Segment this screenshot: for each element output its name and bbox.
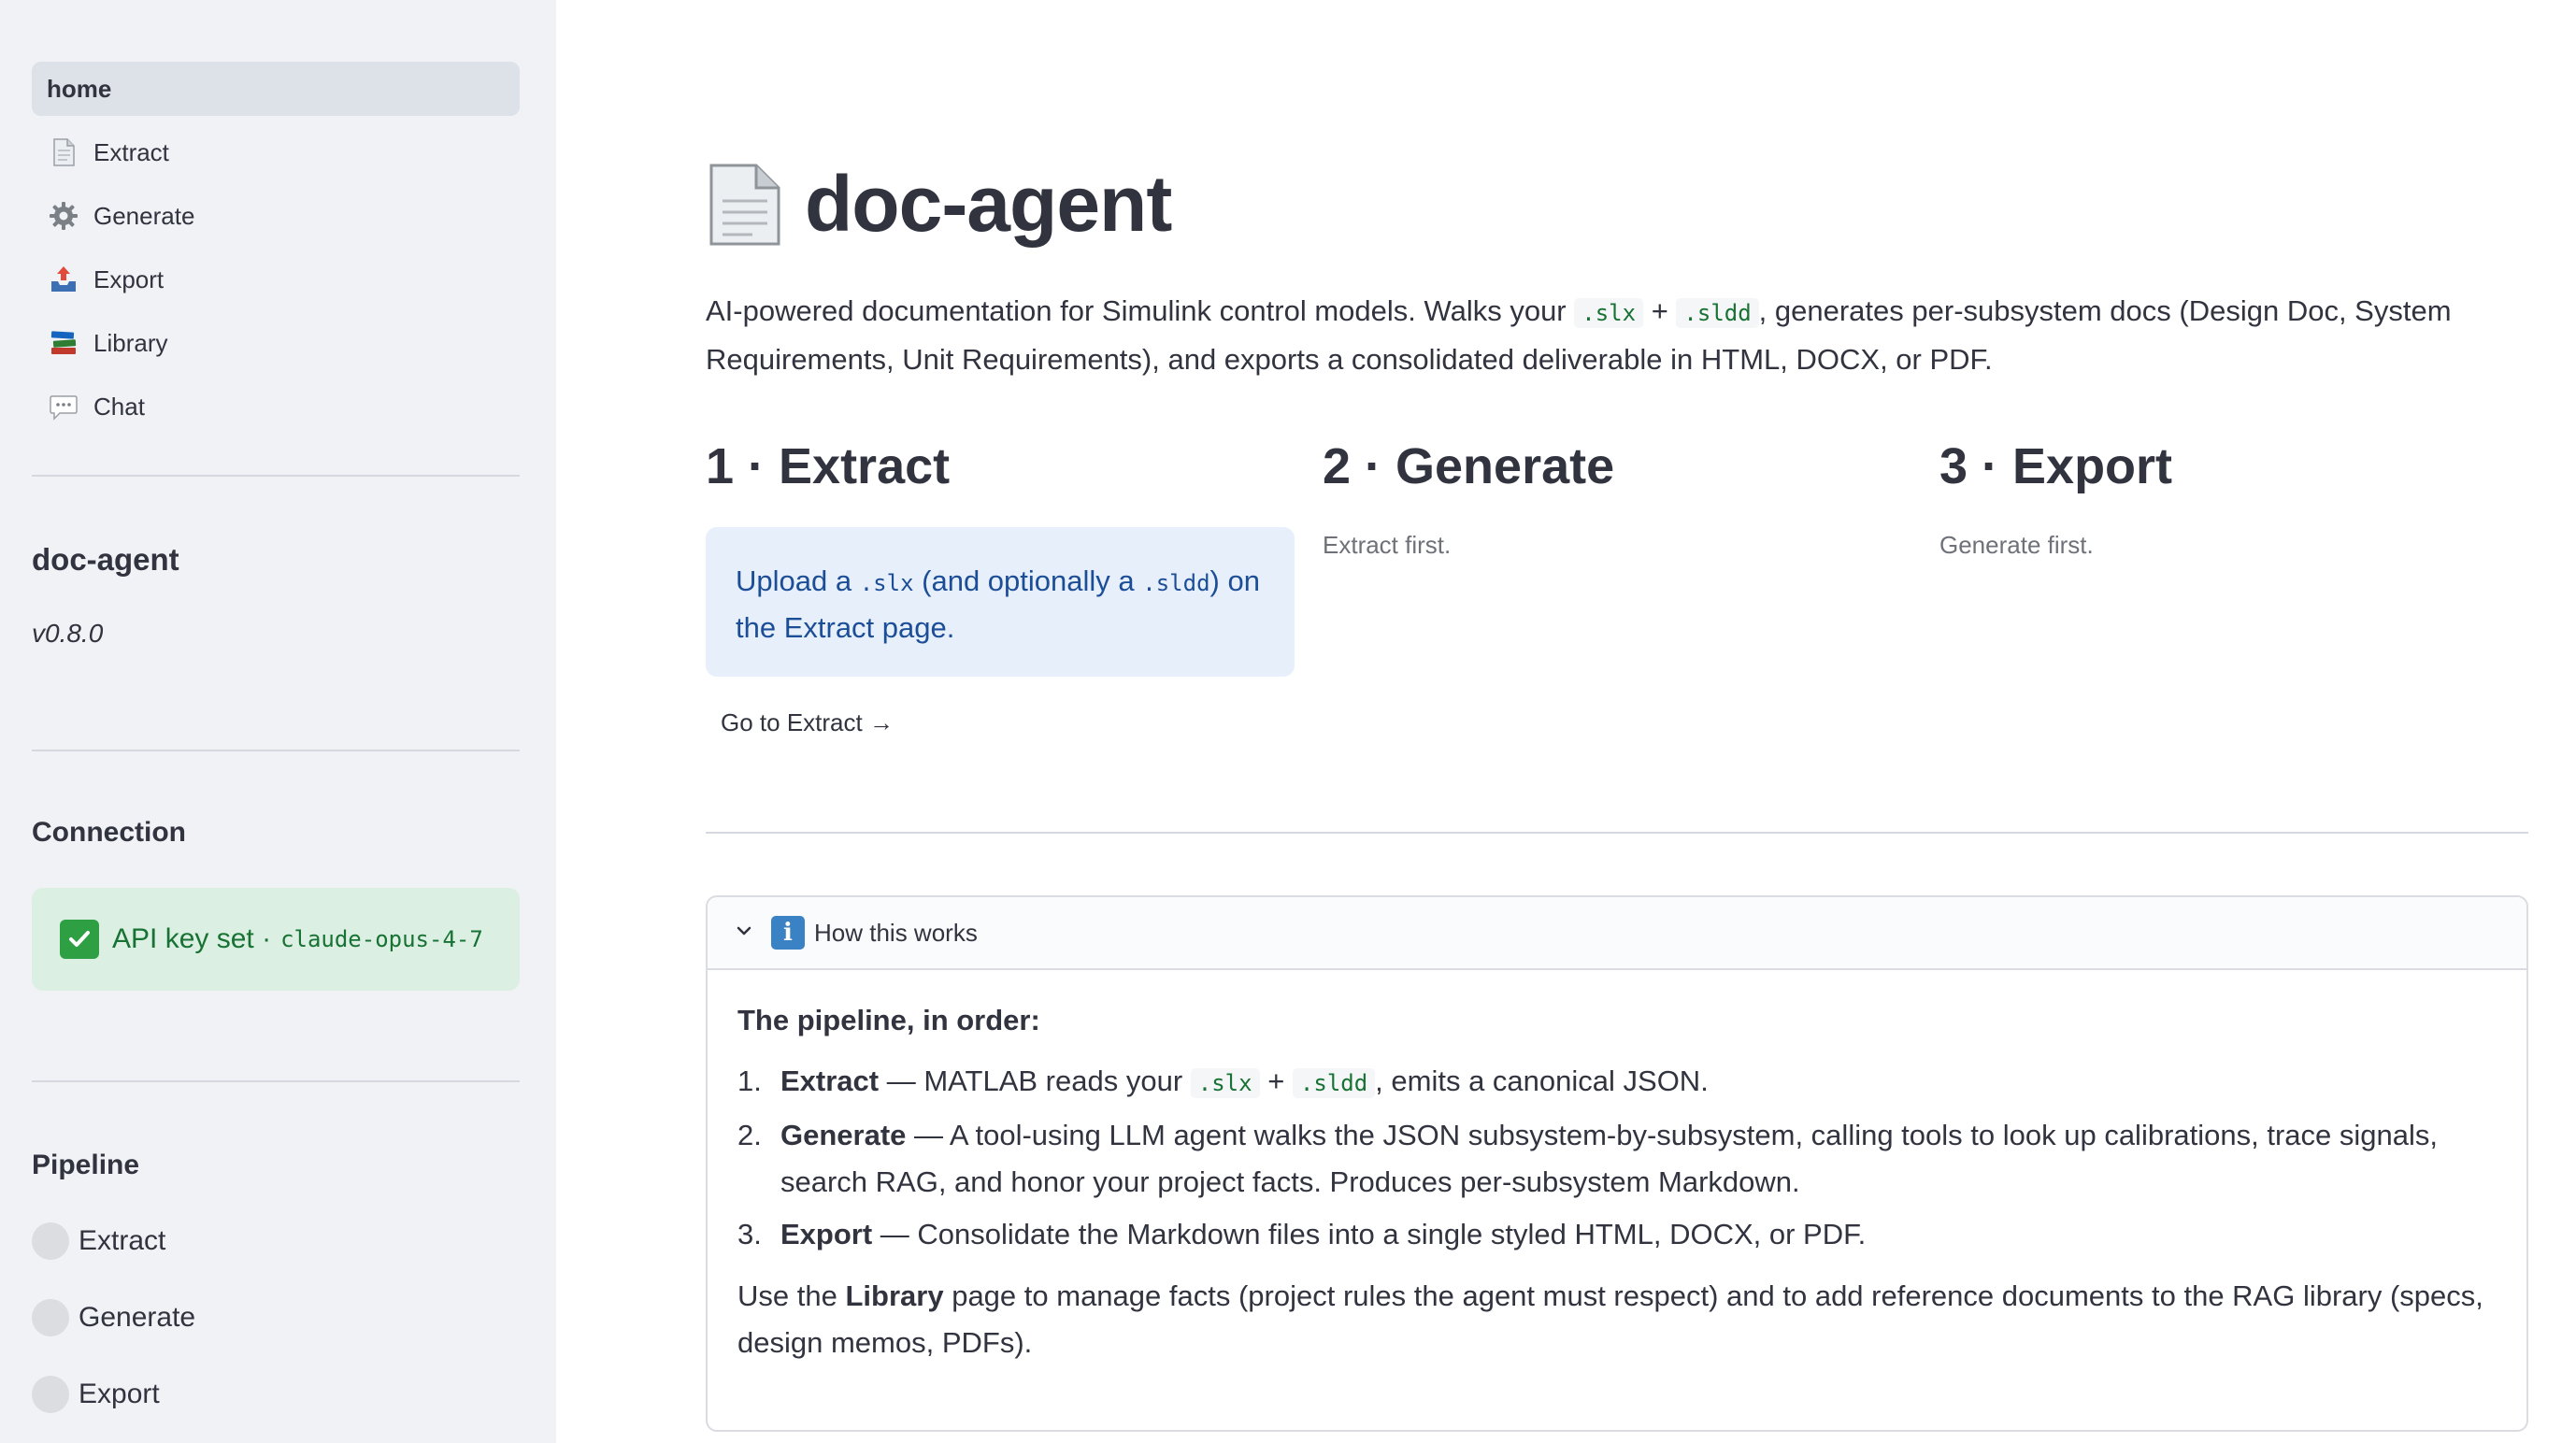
pipeline-step-extract: Extract: [32, 1222, 165, 1260]
list-item: 2. Generate — A tool-using LLM agent wal…: [737, 1112, 2497, 1206]
step-extract-heading: 1 · Extract: [706, 438, 951, 494]
inline-code: .sldd: [1292, 1068, 1376, 1098]
sidebar-item-label: Export: [93, 264, 165, 293]
sidebar-app-name: doc-agent: [32, 542, 179, 577]
status-dot-icon: [32, 1376, 69, 1413]
list-number: 2.: [737, 1119, 762, 1151]
check-mark-icon: [60, 920, 99, 959]
sidebar-item-label: Generate: [93, 201, 195, 230]
page-icon: [47, 136, 80, 169]
intro-text: AI-powered documentation for Simulink co…: [706, 288, 2528, 383]
expander-lead: The pipeline, in order:: [737, 1004, 1040, 1036]
books-icon: [47, 326, 80, 360]
list-item: 1. Extract — MATLAB reads your .slx + .s…: [737, 1058, 2497, 1107]
list-item-text: +: [1267, 1064, 1285, 1097]
list-item-title: Generate: [780, 1119, 907, 1151]
list-number: 3.: [737, 1218, 762, 1250]
sidebar: home Extract Generate Export Library Cha…: [0, 0, 556, 1443]
sidebar-divider: [32, 475, 520, 477]
connection-heading: Connection: [32, 817, 186, 848]
list-item-text: — Consolidate the Markdown files into a …: [872, 1218, 1867, 1250]
how-this-works-expander: i How this works The pipeline, in order:…: [706, 895, 2528, 1432]
info-text: (and optionally a: [922, 564, 1135, 597]
page-icon: [709, 164, 780, 245]
expander-body: The pipeline, in order: 1. Extract — MAT…: [708, 970, 2526, 1366]
sidebar-item-label: Chat: [93, 392, 145, 421]
inline-code: .slx: [859, 570, 914, 596]
inline-code: .sldd: [1676, 298, 1759, 328]
step-export-note: Generate first.: [1939, 531, 2094, 559]
step-export-heading: 3 · Export: [1939, 438, 2173, 494]
pipeline-step-label: Generate: [79, 1302, 196, 1333]
information-icon: i: [771, 916, 805, 950]
pipeline-step-label: Extract: [79, 1225, 166, 1256]
pipeline-list: 1. Extract — MATLAB reads your .slx + .s…: [737, 1058, 2497, 1258]
connection-model: claude-opus-4-7: [280, 926, 483, 952]
sidebar-item-label: Library: [93, 328, 168, 357]
intro-part: +: [1651, 294, 1668, 327]
sidebar-divider: [32, 1080, 520, 1082]
info-text: Upload a: [736, 564, 852, 597]
sidebar-item-library[interactable]: Library: [32, 316, 520, 370]
inline-code: .slx: [1190, 1068, 1260, 1098]
sidebar-item-label: home: [47, 74, 112, 103]
sidebar-item-chat[interactable]: Chat: [32, 379, 520, 434]
sidebar-item-extract[interactable]: Extract: [32, 125, 520, 179]
inline-code: .sldd: [1142, 570, 1210, 596]
gear-icon: [47, 199, 80, 233]
step-generate-heading: 2 · Generate: [1323, 438, 1615, 494]
pipeline-step-export: Export: [32, 1376, 160, 1413]
expander-header[interactable]: i How this works: [708, 897, 2526, 970]
pipeline-step-label: Export: [79, 1379, 160, 1409]
section-divider: [706, 832, 2528, 834]
status-dot-icon: [32, 1299, 69, 1336]
library-mention: Library: [845, 1279, 944, 1312]
chevron-down-icon: [734, 919, 754, 948]
expander-outro: Use the Library page to manage facts (pr…: [737, 1273, 2497, 1366]
sidebar-version: v0.8.0: [32, 619, 104, 648]
list-item: 3. Export — Consolidate the Markdown fil…: [737, 1211, 2497, 1258]
sidebar-item-label: Extract: [93, 137, 169, 166]
page-heading: doc-agent: [805, 160, 1172, 248]
connection-status-box: API key set · claude-opus-4-7: [32, 888, 520, 991]
list-item-title: Export: [780, 1218, 873, 1250]
step-generate-note: Extract first.: [1323, 531, 1452, 559]
list-item-title: Extract: [780, 1064, 880, 1097]
inline-code: .slx: [1574, 298, 1644, 328]
status-dot-icon: [32, 1222, 69, 1260]
sidebar-divider: [32, 750, 520, 751]
sidebar-item-generate[interactable]: Generate: [32, 189, 520, 243]
list-item-text: , emits a canonical JSON.: [1375, 1064, 1709, 1097]
sidebar-item-export[interactable]: Export: [32, 252, 520, 307]
outro-text: page to manage facts (project rules the …: [737, 1279, 2483, 1359]
extract-info-box: Upload a .slx (and optionally a .sldd) o…: [706, 527, 1295, 677]
list-item-text: — A tool-using LLM agent walks the JSON …: [780, 1119, 2438, 1198]
connection-status-text: API key set ·: [112, 923, 272, 954]
list-item-text: — MATLAB reads your: [879, 1064, 1183, 1097]
outbox-tray-icon: [47, 263, 80, 296]
sidebar-item-home[interactable]: home: [32, 62, 520, 116]
sidebar-nav: home Extract Generate Export Library Cha…: [32, 62, 520, 443]
go-to-extract-button[interactable]: Go to Extract →: [721, 708, 894, 737]
page-title: doc-agent: [706, 159, 1172, 250]
pipeline-heading: Pipeline: [32, 1150, 140, 1180]
list-number: 1.: [737, 1064, 762, 1097]
outro-text: Use the: [737, 1279, 837, 1312]
intro-part: AI-powered documentation for Simulink co…: [706, 294, 1567, 327]
speech-balloon-icon: [47, 390, 80, 423]
pipeline-step-generate: Generate: [32, 1299, 195, 1336]
expander-title: How this works: [814, 918, 978, 947]
